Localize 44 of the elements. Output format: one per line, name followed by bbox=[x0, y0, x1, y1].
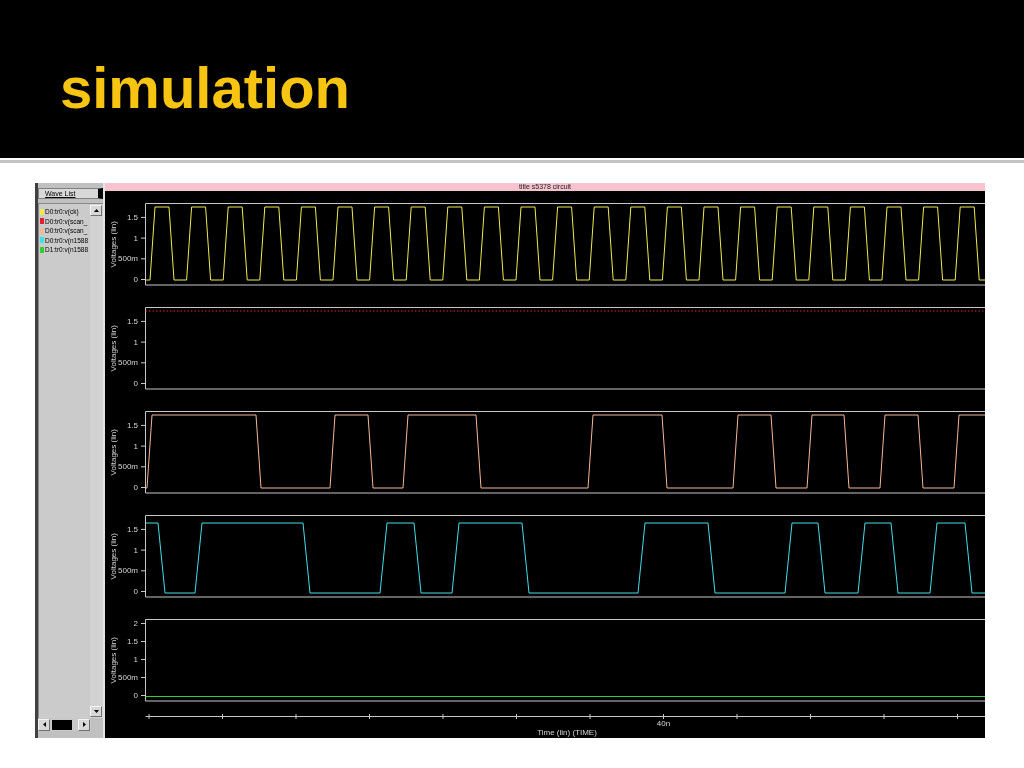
y-axis-ticks bbox=[140, 528, 146, 592]
y-tick-label: 1.5 bbox=[126, 316, 138, 326]
y-axis-ticks bbox=[140, 424, 146, 488]
horizontal-scrollbar[interactable] bbox=[38, 718, 91, 731]
y-tick-label: 1.5 bbox=[126, 420, 138, 430]
y-tick-label: 1 bbox=[133, 655, 138, 664]
y-axis-ticks bbox=[140, 320, 146, 384]
scroll-right-button[interactable] bbox=[78, 718, 90, 731]
y-axis-title: Voltages (lin) bbox=[108, 429, 118, 476]
y-tick-label: 0 bbox=[133, 275, 138, 284]
scroll-up-button[interactable] bbox=[90, 205, 102, 216]
y-axis-title: Voltages (lin) bbox=[108, 533, 118, 580]
y-tick-label: 1 bbox=[133, 233, 138, 243]
y-axis-title: Voltages (lin) bbox=[108, 637, 118, 684]
y-axis-title: Voltages (lin) bbox=[108, 221, 118, 268]
triangle-down-icon bbox=[93, 710, 99, 713]
y-tick-label: 500m bbox=[118, 462, 138, 472]
scroll-left-button[interactable] bbox=[38, 718, 50, 731]
y-tick-label: 1 bbox=[133, 545, 138, 555]
y-tick-label: 1 bbox=[133, 441, 138, 451]
y-tick-label: 0 bbox=[133, 691, 138, 700]
x-axis-title: Time (lin) (TIME) bbox=[537, 727, 597, 737]
y-tick-label: 0 bbox=[133, 587, 138, 596]
triangle-right-icon bbox=[82, 722, 86, 727]
y-tick-label: 500m bbox=[118, 254, 138, 264]
scroll-down-button[interactable] bbox=[90, 706, 102, 717]
y-tick-label: 0 bbox=[133, 483, 138, 492]
y-axis-title: Voltages (lin) bbox=[108, 325, 118, 372]
y-tick-label: 500m bbox=[118, 566, 138, 576]
slide-title: simulation bbox=[60, 59, 351, 117]
y-tick-label: 500m bbox=[118, 673, 138, 682]
y-axis-ticks bbox=[140, 216, 146, 280]
y-tick-label: 1.5 bbox=[126, 212, 138, 222]
triangle-up-icon bbox=[93, 209, 99, 212]
scrollbar-thumb[interactable] bbox=[52, 719, 72, 730]
vertical-scrollbar[interactable] bbox=[90, 204, 103, 718]
y-tick-label: 1.5 bbox=[126, 637, 138, 646]
y-tick-label: 1 bbox=[133, 337, 138, 347]
y-tick-label: 500m bbox=[118, 358, 138, 368]
triangle-left-icon bbox=[42, 722, 46, 727]
y-tick-label: 1.5 bbox=[126, 524, 138, 534]
y-tick-label: 0 bbox=[133, 379, 138, 388]
x-tick-label: 40n bbox=[656, 719, 671, 728]
y-tick-label: 2 bbox=[133, 619, 138, 628]
